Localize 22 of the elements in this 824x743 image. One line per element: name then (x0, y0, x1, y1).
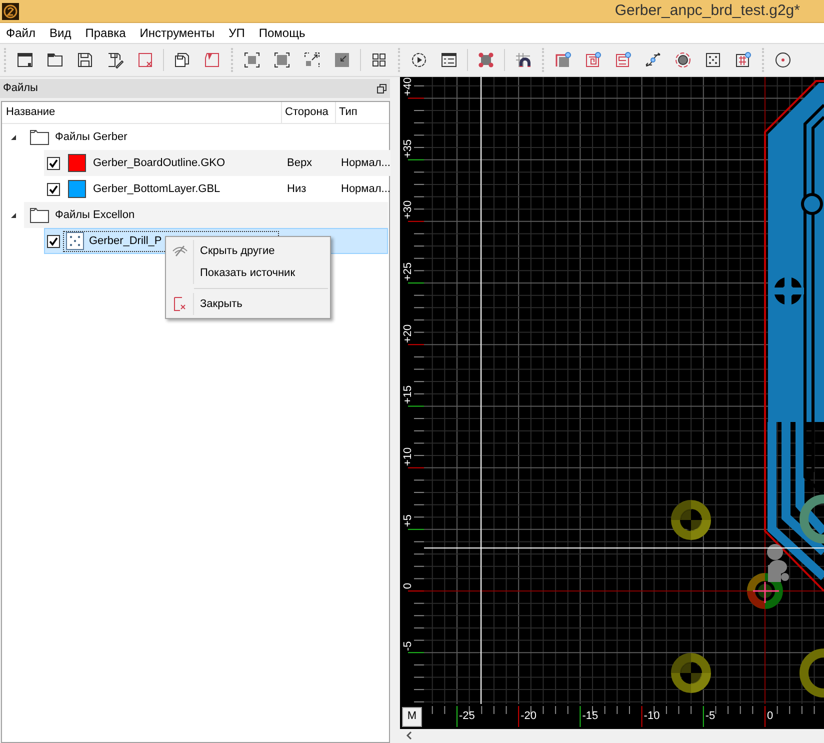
ruler-label: +40 (403, 78, 414, 96)
ruler-label: +15 (403, 386, 414, 404)
side-cell-text: Верх (286, 156, 313, 171)
window-title: Gerber_anpc_brd_test.g2g* (614, 0, 800, 21)
ruler-label: 0 (767, 711, 774, 722)
ruler-label: +5 (403, 514, 414, 528)
side-cell-text: Низ (286, 182, 308, 197)
ruler-label: -5 (705, 711, 716, 722)
ruler-label: -5 (403, 640, 414, 651)
ruler-label: -25 (459, 711, 475, 722)
ruler-label: +30 (403, 200, 414, 220)
ruler-label: -15 (582, 711, 598, 722)
ruler-label: +10 (403, 447, 414, 466)
type-cell-text: Нормал... (340, 182, 390, 197)
ruler-label: +35 (403, 139, 414, 158)
panel-title: Файлы (3, 81, 38, 96)
ruler-label: -10 (644, 711, 660, 722)
ruler-label: +25 (403, 262, 414, 281)
ruler-label: +20 (403, 324, 414, 343)
ruler-label: 0 (403, 582, 414, 589)
type-cell-text: Нормал... (340, 156, 390, 171)
ruler-label: -20 (520, 711, 536, 722)
